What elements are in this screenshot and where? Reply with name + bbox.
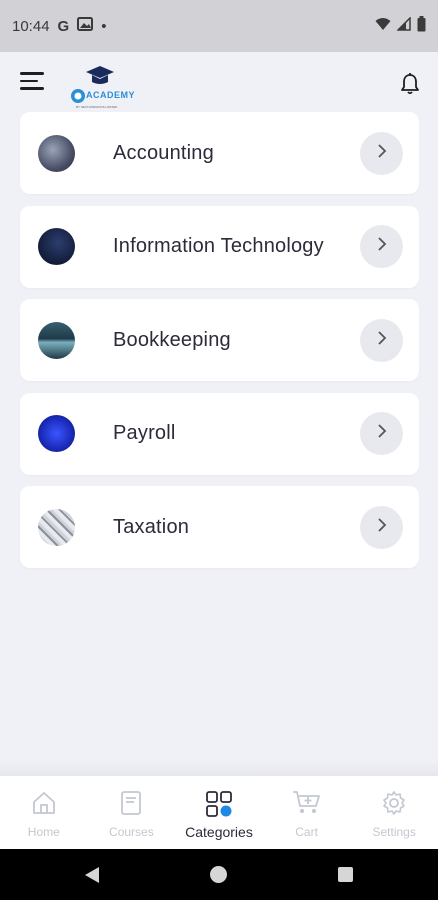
google-icon: G (57, 17, 70, 35)
nav-label: Categories (185, 824, 253, 840)
status-time: 10:44 (12, 17, 50, 35)
signal-icon (396, 15, 411, 36)
bottom-navigation: Home Courses Categories Cart Settings (0, 776, 438, 849)
categories-icon (205, 790, 233, 823)
chevron-right-icon (376, 143, 388, 163)
nav-label: Cart (295, 825, 318, 839)
wifi-icon (375, 17, 391, 36)
open-category-button[interactable] (360, 225, 403, 268)
chevron-right-icon (376, 517, 388, 537)
category-label: Information Technology (113, 235, 324, 257)
category-thumbnail (38, 508, 75, 546)
category-label: Bookkeeping (113, 328, 231, 351)
status-dot: • (101, 17, 107, 35)
open-category-button[interactable] (360, 318, 403, 362)
notifications-button[interactable] (398, 72, 422, 96)
nav-cart[interactable]: Cart (263, 776, 351, 849)
nav-settings[interactable]: Settings (350, 776, 438, 849)
category-thumbnail (38, 415, 75, 452)
status-bar: 10:44 G • (0, 0, 438, 52)
app-header: ACADEMY BY NEXTHORIZONS LIMITED (0, 52, 438, 112)
open-category-button[interactable] (360, 505, 403, 549)
category-label: Payroll (113, 422, 176, 444)
system-navigation-bar (0, 849, 438, 900)
nav-label: Home (27, 825, 60, 839)
category-label: Accounting (113, 141, 214, 164)
logo-subtext: BY NEXTHORIZONS LIMITED (76, 105, 118, 109)
cart-icon (292, 790, 322, 821)
category-card-bookkeeping[interactable]: Bookkeeping (20, 299, 419, 381)
recent-apps-icon[interactable] (338, 867, 353, 882)
book-icon (118, 790, 144, 821)
nav-home[interactable]: Home (0, 776, 88, 849)
gear-icon (381, 790, 407, 821)
menu-icon (20, 72, 44, 75)
nav-courses[interactable]: Courses (88, 776, 176, 849)
chevron-right-icon (376, 237, 388, 256)
menu-button[interactable] (20, 72, 46, 94)
nav-categories[interactable]: Categories (175, 776, 263, 849)
chevron-right-icon (376, 330, 388, 350)
category-card-information-technology[interactable]: Information Technology (20, 205, 419, 288)
bell-icon (398, 73, 422, 100)
category-card-payroll[interactable]: Payroll (20, 392, 419, 475)
open-category-button[interactable] (360, 131, 403, 175)
home-icon (31, 790, 57, 821)
open-category-button[interactable] (360, 412, 403, 455)
category-list: Accounting Information Technology Bookke… (20, 112, 419, 580)
category-thumbnail (38, 228, 75, 265)
logo-text: ACADEMY (86, 90, 136, 100)
chevron-right-icon (376, 424, 388, 443)
category-card-accounting[interactable]: Accounting (20, 112, 419, 194)
academy-logo[interactable]: ACADEMY BY NEXTHORIZONS LIMITED (68, 64, 138, 110)
battery-icon (417, 15, 426, 37)
home-button-icon[interactable] (210, 866, 227, 883)
nav-label: Settings (372, 825, 416, 839)
category-label: Taxation (113, 515, 190, 538)
category-thumbnail (38, 134, 75, 172)
back-icon[interactable] (84, 866, 100, 889)
nav-label: Courses (109, 825, 154, 839)
category-card-taxation[interactable]: Taxation (20, 486, 419, 568)
gallery-notification-icon (77, 17, 94, 35)
category-thumbnail (38, 321, 75, 359)
bottom-shadow (0, 760, 438, 776)
